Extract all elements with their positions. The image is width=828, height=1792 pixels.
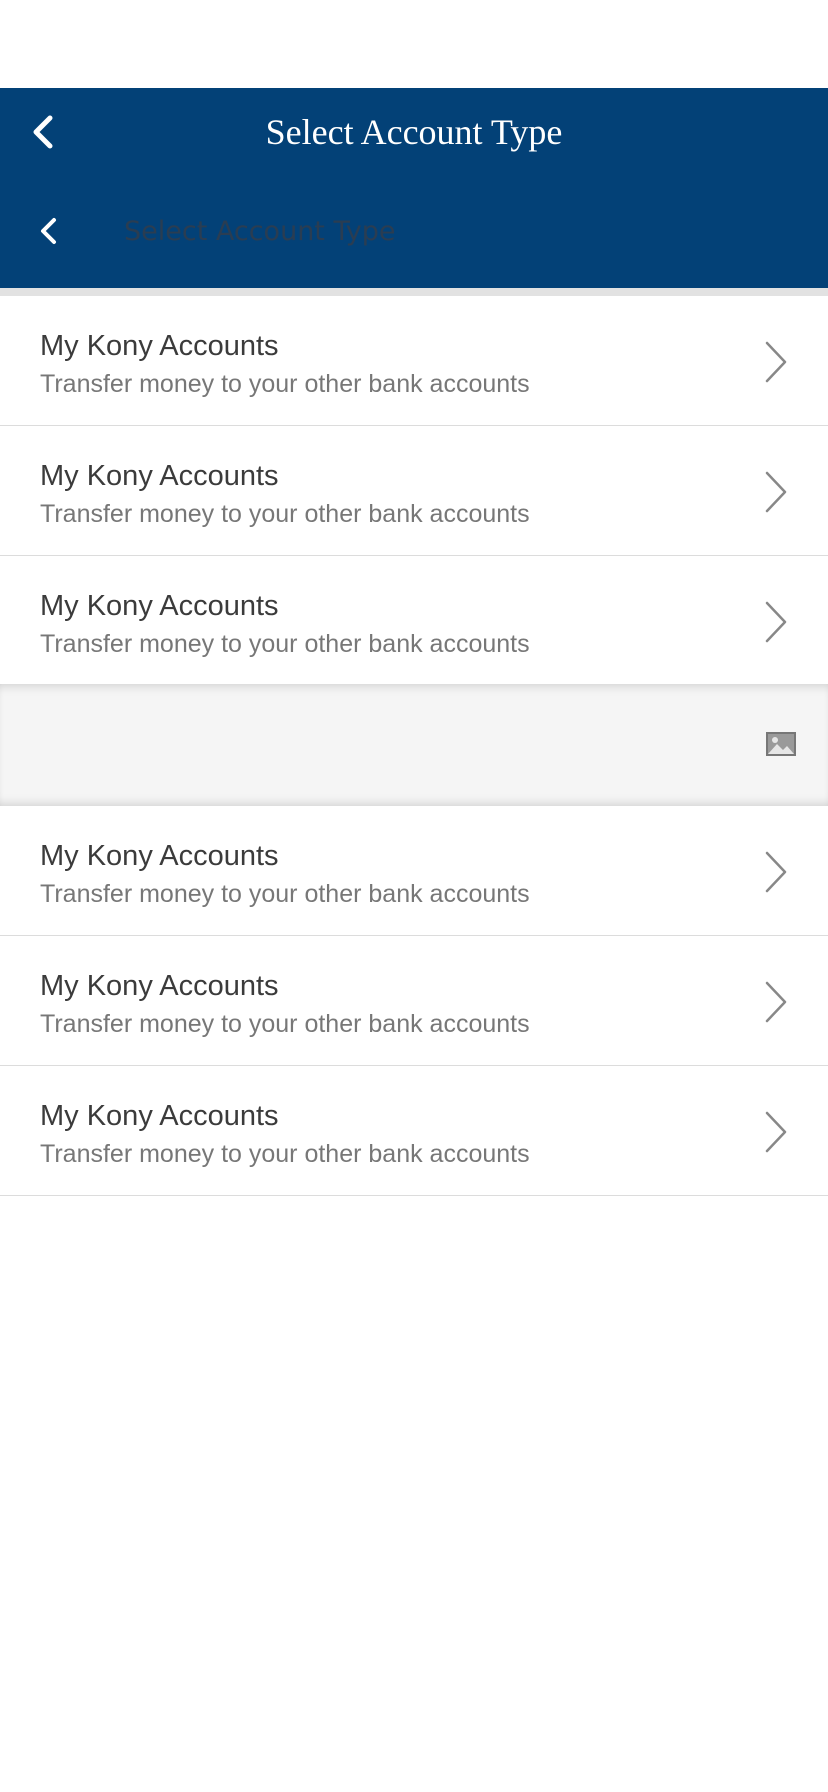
- chevron-right-icon: [765, 851, 787, 893]
- chevron-right-icon: [765, 981, 787, 1023]
- list-item[interactable]: My Kony Accounts Transfer money to your …: [0, 806, 828, 936]
- chevron-right-icon: [765, 341, 787, 383]
- list-item-subtitle: Transfer money to your other bank accoun…: [40, 500, 530, 528]
- list-item[interactable]: My Kony Accounts Transfer money to your …: [0, 936, 828, 1066]
- list-item-subtitle: Transfer money to your other bank accoun…: [40, 630, 530, 658]
- list-item-subtitle: Transfer money to your other bank accoun…: [40, 370, 530, 398]
- header-divider: [0, 288, 828, 296]
- chevron-right-icon: [765, 1111, 787, 1153]
- chevron-right-icon: [765, 471, 787, 513]
- list-item[interactable]: My Kony Accounts Transfer money to your …: [0, 426, 828, 556]
- account-type-list-top: My Kony Accounts Transfer money to your …: [0, 296, 828, 685]
- list-item-subtitle: Transfer money to your other bank accoun…: [40, 1010, 530, 1038]
- list-item[interactable]: My Kony Accounts Transfer money to your …: [0, 1066, 828, 1196]
- status-bar: [0, 0, 828, 88]
- list-item-subtitle: Transfer money to your other bank accoun…: [40, 880, 530, 908]
- list-item[interactable]: My Kony Accounts Transfer money to your …: [0, 556, 828, 685]
- list-item-title: My Kony Accounts: [40, 840, 279, 872]
- section-separator: [0, 684, 828, 806]
- list-item-title: My Kony Accounts: [40, 590, 279, 622]
- chevron-right-icon: [765, 601, 787, 643]
- list-item-title: My Kony Accounts: [40, 460, 279, 492]
- chevron-left-icon: [41, 218, 56, 244]
- list-item-title: My Kony Accounts: [40, 1100, 279, 1132]
- list-item-title: My Kony Accounts: [40, 330, 279, 362]
- image-icon: [766, 732, 796, 756]
- list-item-subtitle: Transfer money to your other bank accoun…: [40, 1140, 530, 1168]
- page-title: Select Account Type: [265, 112, 563, 152]
- list-item-title: My Kony Accounts: [40, 970, 279, 1002]
- list-item[interactable]: My Kony Accounts Transfer money to your …: [0, 296, 828, 426]
- secondary-back-button[interactable]: [34, 214, 68, 248]
- secondary-page-title: Select Account Type: [124, 216, 396, 247]
- app-header: Select Account Type Select Account Type: [0, 88, 828, 288]
- account-type-list-bottom: My Kony Accounts Transfer money to your …: [0, 806, 828, 1196]
